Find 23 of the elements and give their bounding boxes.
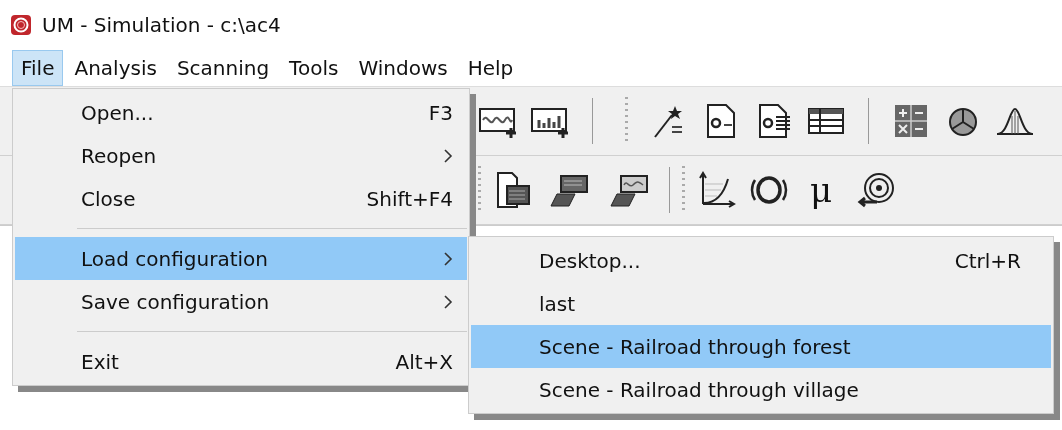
menu-item[interactable]: Scene - Railroad through village [471, 368, 1051, 411]
menu-item[interactable]: Save configuration [15, 280, 467, 323]
menu-item[interactable]: Scanning [167, 50, 279, 86]
curve-graph-icon[interactable] [697, 170, 737, 210]
chevron-icon [444, 148, 453, 163]
app-logo-icon [10, 14, 32, 36]
window-title: UM - Simulation - c:\ac4 [42, 13, 281, 37]
chevron-icon [444, 251, 453, 266]
menu-item[interactable]: Scene - Railroad through forest [471, 325, 1051, 368]
menu-item[interactable]: Windows [349, 50, 457, 86]
menu-item[interactable]: Open... F3 [15, 91, 467, 134]
menu-item[interactable]: File [12, 50, 64, 86]
toolbar-button[interactable]: μ [801, 170, 841, 210]
menu-item[interactable]: Close Shift+F4 [15, 177, 467, 220]
chevron-icon [444, 294, 453, 309]
menu-item[interactable]: last [471, 282, 1051, 325]
menu-item[interactable]: Tools [280, 50, 348, 86]
menu-item[interactable]: Exit Alt+X [15, 340, 467, 383]
menu-item[interactable]: Load configuration [15, 237, 467, 280]
menu-item[interactable]: Reopen [15, 134, 467, 177]
menu-item[interactable]: Help [458, 50, 523, 86]
menu-item[interactable]: Analysis [65, 50, 166, 86]
menu-item[interactable]: Desktop... Ctrl+R [471, 239, 1051, 282]
